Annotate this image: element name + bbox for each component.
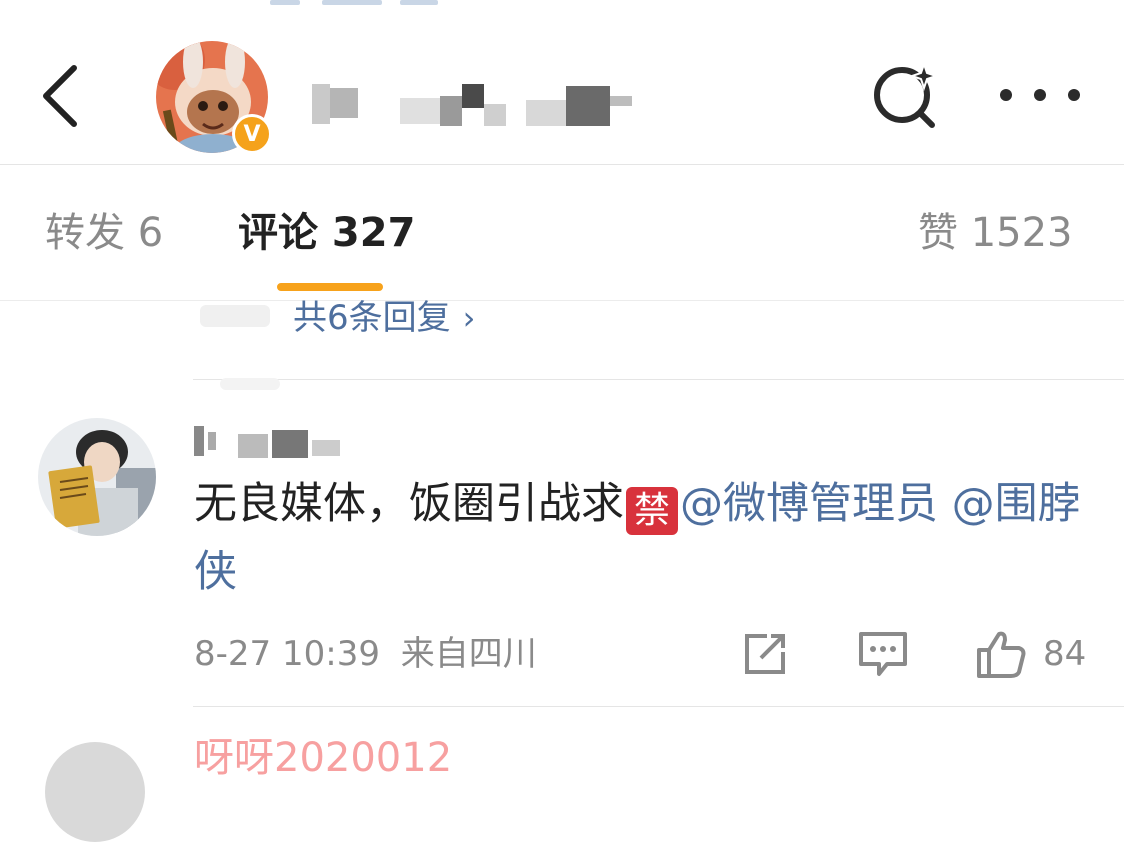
view-replies-label: 共6条回复 [293,298,451,338]
comment-location: 来自四川 [400,634,537,674]
more-button[interactable] [1000,75,1080,115]
ban-emoji-icon: 禁 [626,487,678,535]
like-count: 84 [1043,634,1087,674]
comment-body: 无良媒体，饭圈引战求 [194,479,624,529]
chevron-left-icon [43,65,77,127]
comment-meta: 8-27 10:39 来自四川 [194,630,537,678]
commenter-avatar[interactable] [38,418,156,536]
comment-date: 8-27 10:39 [194,634,380,674]
more-dot [1068,89,1080,101]
more-dot [1000,89,1012,101]
more-dot [1034,89,1046,101]
next-commenter-avatar[interactable] [45,742,145,842]
reply-button[interactable] [857,628,909,680]
view-replies-link[interactable]: 共6条回复 › [293,294,475,342]
comment-divider [193,706,1124,707]
search-button[interactable] [870,60,940,130]
verified-badge: V [232,114,272,154]
redacted-fragment [220,378,280,390]
share-icon [745,634,785,674]
tab-comments[interactable]: 评论 327 [238,205,415,261]
tabs-divider [0,300,1124,301]
comment-divider [193,379,1124,380]
tab-likes[interactable]: 赞 1523 [918,205,1073,261]
mention-weibo-admin[interactable]: @微博管理员 [680,479,938,529]
next-commenter-name[interactable]: 呀呀2020012 [194,738,452,778]
comment-text: 无良媒体，饭圈引战求禁 @微博管理员 @围脖侠 [194,470,1094,606]
tab-reposts[interactable]: 转发 6 [45,205,163,261]
like-button[interactable]: 84 [975,628,1095,680]
commenter-name-redacted [194,418,364,458]
comment-bubble-icon [859,632,907,676]
back-button[interactable] [38,62,88,130]
thumbs-up-icon [977,631,1026,678]
chevron-right-icon: › [462,299,476,337]
active-tab-indicator [277,283,383,291]
search-sparkle-icon [874,60,940,128]
status-bar-fragment [270,0,470,6]
redacted-fragment [200,305,270,327]
share-button[interactable] [741,628,789,680]
header-divider [0,164,1124,165]
author-name-redacted [300,76,640,126]
